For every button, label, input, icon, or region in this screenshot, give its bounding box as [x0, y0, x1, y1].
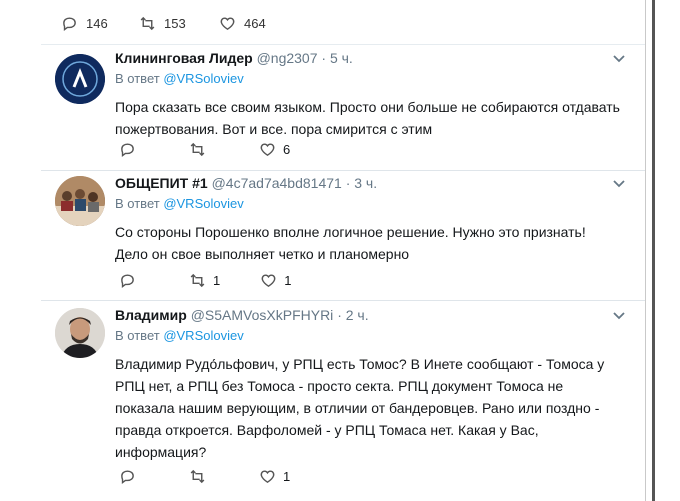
username[interactable]: @ng2307 — [257, 50, 318, 66]
reply-icon — [121, 274, 134, 288]
lambda-logo-icon — [55, 54, 105, 104]
tweet-actions: 1 — [119, 468, 290, 485]
like-button[interactable]: 1 — [259, 468, 290, 485]
reply-count: 146 — [86, 16, 108, 31]
reply-tweet: Владимир @S5AMVosXkPFHYRi · 2 ч. В ответ… — [41, 300, 646, 501]
reply-prefix: В ответ — [115, 196, 164, 211]
chevron-down-icon[interactable] — [612, 177, 626, 191]
tweet-actions: 6 — [119, 141, 290, 158]
window-edge — [652, 0, 655, 501]
reply-button[interactable] — [119, 272, 149, 289]
timestamp[interactable]: · 5 ч. — [321, 50, 352, 66]
timestamp[interactable]: · 3 ч. — [346, 175, 377, 191]
tweet-header: ОБЩЕПИТ #1 @4c7ad7a4bd81471 · 3 ч. — [115, 175, 626, 191]
like-icon — [260, 470, 275, 484]
reply-tweet: ОБЩЕПИТ #1 @4c7ad7a4bd81471 · 3 ч. В отв… — [41, 170, 646, 301]
reply-icon — [63, 17, 76, 31]
reply-context: В ответ @VRSoloviev — [115, 196, 626, 211]
retweet-count: 1 — [213, 273, 221, 288]
tweet-header: Владимир @S5AMVosXkPFHYRi · 2 ч. — [115, 307, 626, 323]
retweet-count: 153 — [164, 16, 186, 31]
retweet-icon — [140, 16, 155, 31]
display-name[interactable]: Владимир — [115, 307, 187, 323]
like-icon — [261, 274, 276, 288]
username[interactable]: @4c7ad7a4bd81471 — [212, 175, 342, 191]
like-count: 1 — [283, 469, 291, 484]
like-icon — [220, 17, 235, 31]
tweet-actions: 1 1 — [119, 272, 291, 289]
tweet-text: Пора сказать все своим языком. Просто он… — [115, 99, 620, 137]
group-photo-icon — [55, 176, 105, 226]
mention-link[interactable]: @VRSoloviev — [163, 71, 243, 86]
reply-prefix: В ответ — [115, 328, 164, 343]
like-icon — [260, 143, 275, 157]
tweet-text: Владимир Рудо́льфович, у РПЦ есть Томос?… — [115, 356, 605, 460]
reply-context: В ответ @VRSoloviev — [115, 328, 626, 343]
page-border — [645, 0, 646, 501]
mention-link[interactable]: @VRSoloviev — [163, 328, 243, 343]
chevron-down-icon[interactable] — [612, 309, 626, 323]
avatar[interactable] — [55, 176, 105, 226]
main-tweet-actions: 146 153 464 — [41, 0, 646, 45]
username[interactable]: @S5AMVosXkPFHYRi — [191, 307, 334, 323]
retweet-button[interactable] — [189, 468, 219, 485]
reply-prefix: В ответ — [115, 71, 164, 86]
tweet-text: Со стороны Порошенко вполне логичное реш… — [115, 224, 586, 262]
retweet-button[interactable] — [189, 141, 219, 158]
like-count: 1 — [284, 273, 292, 288]
reply-button[interactable] — [119, 141, 149, 158]
retweet-icon — [190, 142, 205, 157]
tweet-thread: 146 153 464 Клининговая Лидер @ng2307 · … — [41, 0, 646, 501]
retweet-button[interactable]: 1 — [189, 272, 220, 289]
reply-context: В ответ @VRSoloviev — [115, 71, 626, 86]
display-name[interactable]: ОБЩЕПИТ #1 — [115, 175, 208, 191]
avatar[interactable] — [55, 308, 105, 358]
like-count: 6 — [283, 142, 291, 157]
tweet-header: Клининговая Лидер @ng2307 · 5 ч. — [115, 50, 626, 66]
retweet-button[interactable]: 153 — [139, 15, 186, 32]
mention-link[interactable]: @VRSoloviev — [163, 196, 243, 211]
retweet-icon — [190, 469, 205, 484]
reply-button[interactable] — [119, 468, 149, 485]
chevron-down-icon[interactable] — [612, 52, 626, 66]
retweet-icon — [190, 273, 205, 288]
like-count: 464 — [244, 16, 266, 31]
display-name[interactable]: Клининговая Лидер — [115, 50, 253, 66]
reply-tweet: Клининговая Лидер @ng2307 · 5 ч. В ответ… — [41, 44, 646, 171]
timestamp[interactable]: · 2 ч. — [337, 307, 368, 323]
like-button[interactable]: 1 — [260, 272, 291, 289]
avatar[interactable] — [55, 54, 105, 104]
reply-icon — [121, 470, 134, 484]
reply-icon — [121, 143, 134, 157]
portrait-photo-icon — [55, 308, 105, 358]
like-button[interactable]: 464 — [219, 15, 266, 32]
like-button[interactable]: 6 — [259, 141, 290, 158]
reply-button[interactable]: 146 — [61, 15, 108, 32]
